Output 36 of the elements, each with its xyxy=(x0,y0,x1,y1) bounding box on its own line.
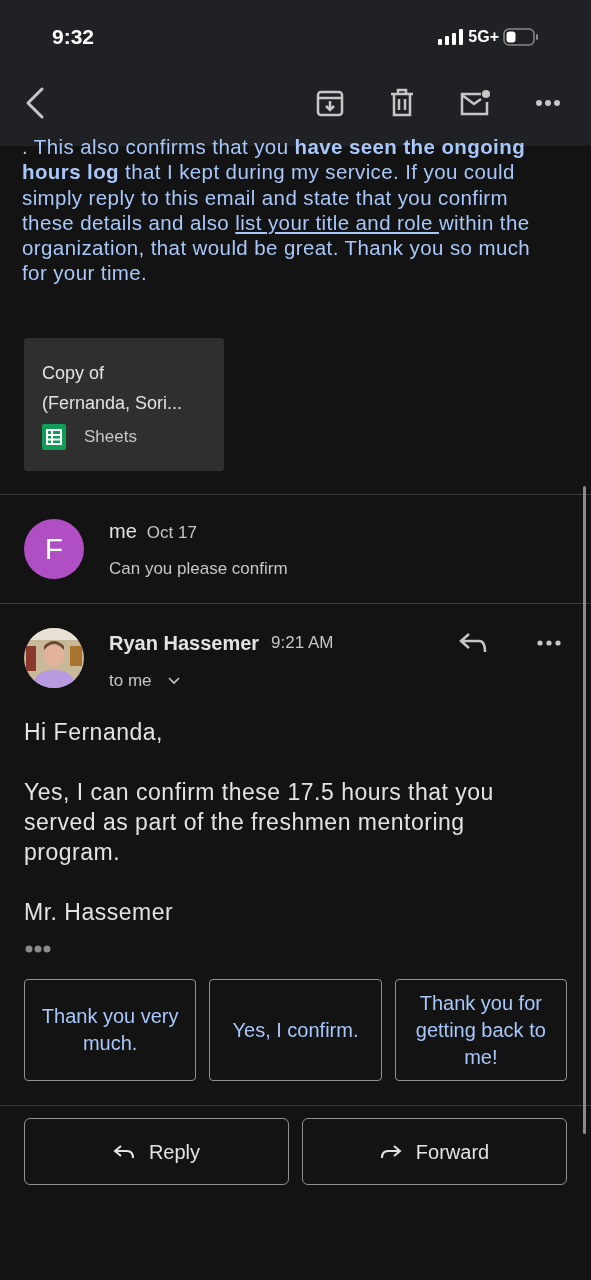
reply-icon xyxy=(112,1143,135,1160)
attachment-title: Copy of xyxy=(42,361,106,385)
message-date: Oct 17 xyxy=(146,522,197,545)
chevron-down-icon xyxy=(167,676,180,685)
more-icon[interactable] xyxy=(535,99,561,107)
sender-name: me xyxy=(109,519,137,545)
message-body: . This also confirms that you have seen the ongoing hours log that I kept during my service. If you could simply reply to this email and state that you confirm these details and also list your title and role within the organization, that would be great. Thank you so much for your time. xyxy=(21,134,532,286)
signal-icon xyxy=(438,29,465,45)
battery-icon xyxy=(503,28,539,46)
message-snippet: Can you please confirm xyxy=(109,558,288,581)
recipient-toggle[interactable]: to me xyxy=(109,667,180,694)
reply-button[interactable]: Reply xyxy=(24,1118,289,1186)
message-time: 9:21 AM xyxy=(271,632,334,655)
attachment-card[interactable]: Copy of (Fernanda, Sori... Sheets xyxy=(24,337,224,471)
forward-button[interactable]: Forward xyxy=(302,1118,567,1186)
delete-icon[interactable] xyxy=(389,88,415,118)
message-paragraph: Mr. Hassemer xyxy=(24,898,175,928)
reply-icon[interactable] xyxy=(459,631,487,654)
network-label: 5G+ xyxy=(468,27,499,47)
message-paragraph: Yes, I can confirm these 17.5 hours that you served as part of the freshmen mentoring program. xyxy=(24,778,495,868)
back-icon[interactable] xyxy=(24,86,46,120)
status-time: 9:32 xyxy=(52,24,95,51)
smart-reply-button[interactable]: Thank you for getting back to me! xyxy=(394,979,567,1082)
attachment-app: Sheets xyxy=(84,426,137,449)
show-trimmed-icon[interactable] xyxy=(25,945,53,954)
sender-avatar: F xyxy=(24,518,84,579)
archive-icon[interactable] xyxy=(315,88,345,118)
spreadsheet-icon xyxy=(42,423,66,450)
unread-mail-icon[interactable] xyxy=(459,89,491,117)
smart-reply-button[interactable]: Yes, I confirm. xyxy=(209,979,382,1082)
forward-icon xyxy=(379,1143,402,1160)
attachment-title: (Fernanda, Sori... xyxy=(42,391,184,415)
smart-reply-button[interactable]: Thank you very much. xyxy=(24,979,197,1082)
message-paragraph: Hi Fernanda, xyxy=(24,718,164,748)
sender-name: Ryan Hassemer xyxy=(109,630,260,656)
more-icon[interactable] xyxy=(537,639,561,646)
